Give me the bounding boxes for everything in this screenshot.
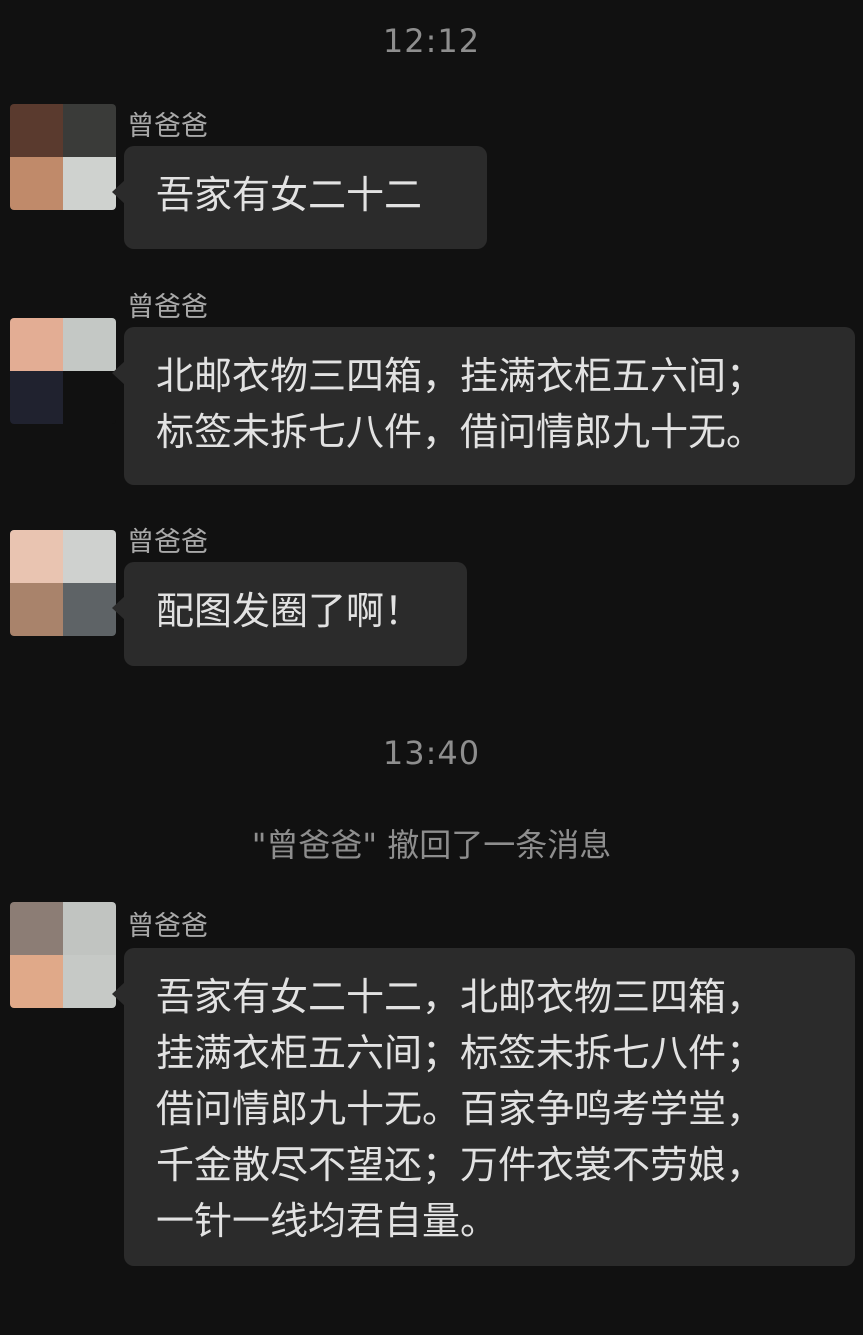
timestamp: 13:40 — [382, 734, 481, 772]
avatar-pixel — [63, 955, 116, 1008]
avatar[interactable] — [10, 318, 116, 424]
sender-name: 曾爸爸 — [127, 527, 208, 558]
message-bubble[interactable]: 北邮衣物三四箱，挂满衣柜五六间； 标签未拆七八件，借问情郎九十无。 — [112, 327, 855, 485]
avatar-pixel — [10, 371, 63, 424]
avatar-pixel — [10, 583, 63, 636]
avatar-pixel — [63, 371, 116, 424]
sender-name: 曾爸爸 — [127, 292, 208, 323]
avatar-pixel — [63, 530, 116, 583]
message-bubble[interactable]: 吾家有女二十二 — [112, 146, 487, 249]
message-bubble[interactable]: 吾家有女二十二，北邮衣物三四箱， 挂满衣柜五六间；标签未拆七八件； 借问情郎九十… — [112, 948, 855, 1266]
timestamp: 12:12 — [382, 22, 481, 60]
avatar-pixel — [63, 104, 116, 157]
avatar[interactable] — [10, 530, 116, 636]
avatar-pixel — [10, 902, 63, 955]
avatar-pixel — [63, 157, 116, 210]
sender-name: 曾爸爸 — [127, 911, 208, 942]
avatar[interactable] — [10, 902, 116, 1008]
message-bubble[interactable]: 配图发圈了啊！ — [112, 562, 467, 666]
sender-name: 曾爸爸 — [127, 111, 208, 142]
avatar-pixel — [10, 955, 63, 1008]
avatar-pixel — [10, 157, 63, 210]
recall-notice: "曾爸爸" 撤回了一条消息 — [251, 826, 612, 864]
avatar-pixel — [10, 104, 63, 157]
avatar-pixel — [63, 318, 116, 371]
avatar-pixel — [63, 902, 116, 955]
avatar-pixel — [63, 583, 116, 636]
avatar[interactable] — [10, 104, 116, 210]
avatar-pixel — [10, 530, 63, 583]
avatar-pixel — [10, 318, 63, 371]
